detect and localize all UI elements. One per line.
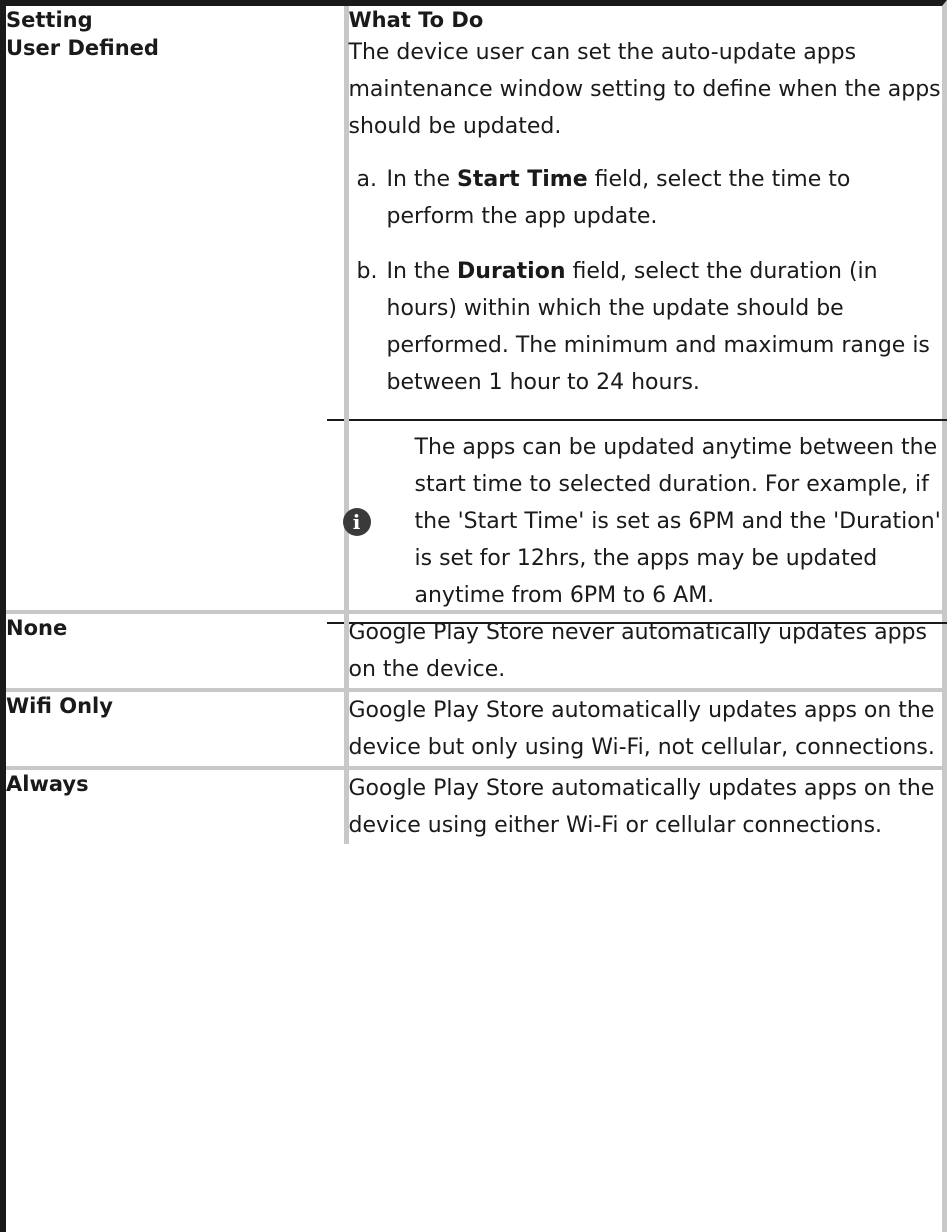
step-field-name: Start Time	[457, 167, 588, 192]
table-row-always: Always Google Play Store automatically u…	[6, 766, 942, 844]
setting-name: User Defined	[6, 36, 159, 60]
setting-name: None	[6, 610, 346, 690]
setting-name: Wifi Only	[6, 688, 346, 768]
step-prefix: In the	[386, 167, 458, 192]
table-row-none: None Google Play Store never automatical…	[6, 610, 942, 690]
description-text: The device user can set the auto-update …	[348, 40, 941, 139]
header-what-to-do: What To Do	[343, 6, 942, 34]
settings-table: Setting What To Do User Defined The devi…	[6, 6, 947, 844]
header-setting: Setting	[6, 6, 346, 34]
setting-description: The device user can set the auto-update …	[326, 34, 947, 624]
header-what-to-do-label: What To Do	[348, 8, 484, 32]
step-field-name: Duration	[457, 259, 566, 284]
step-item: b. In the Duration field, select the dura…	[349, 253, 943, 401]
step-marker: a.	[356, 167, 377, 192]
settings-table-frame: Setting What To Do User Defined The devi…	[0, 0, 947, 1232]
header-setting-label: Setting	[6, 8, 93, 32]
setting-description: Google Play Store automatically updates …	[343, 766, 942, 844]
table-row-user-defined: User Defined The device user can set the…	[6, 34, 947, 624]
info-icon: i	[342, 507, 371, 536]
step-marker: b.	[356, 259, 378, 284]
step-item: a. In the Start Time field, select the ti…	[349, 161, 943, 235]
info-note: i The apps can be updated anytime betwee…	[326, 419, 947, 624]
steps-list: a. In the Start Time field, select the ti…	[349, 161, 943, 401]
setting-description: Google Play Store never automatically up…	[343, 610, 942, 690]
note-text: The apps can be updated anytime between …	[414, 435, 941, 608]
step-prefix: In the	[386, 259, 458, 284]
setting-name: Always	[6, 766, 346, 844]
table-header-row: Setting What To Do	[6, 6, 942, 34]
table-row-wifi-only: Wifi Only Google Play Store automaticall…	[6, 688, 942, 768]
setting-description: Google Play Store automatically updates …	[343, 688, 942, 768]
note-icon-wrap: i	[342, 507, 415, 536]
